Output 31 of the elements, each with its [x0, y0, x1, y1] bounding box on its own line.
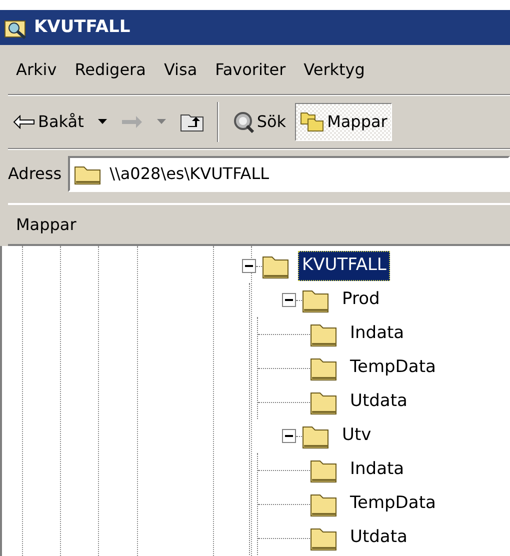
folder-label[interactable]: Utdata — [346, 387, 412, 417]
menu-item[interactable]: Verktyg — [296, 54, 373, 86]
address-field[interactable]: \\a028\es\KVUTFALL — [68, 156, 510, 192]
folder-up-icon — [180, 112, 204, 132]
caret-icon — [98, 118, 107, 124]
address-label: Adress — [8, 163, 62, 185]
search-button[interactable]: Sök — [226, 102, 292, 140]
panel-header: Mappar — [8, 203, 510, 246]
folder-label[interactable]: KVUTFALL — [298, 251, 390, 281]
search-icon — [232, 110, 254, 132]
left-arrow-icon — [13, 114, 35, 128]
folders-icon — [300, 112, 324, 132]
back-button[interactable]: Bakåt — [8, 102, 89, 140]
folder-label[interactable]: Utv — [338, 421, 376, 451]
menu-item[interactable]: Visa — [156, 54, 206, 86]
folder-label[interactable]: TempData — [346, 353, 440, 383]
right-arrow-icon — [120, 114, 143, 128]
folder-label[interactable]: Indata — [346, 455, 408, 485]
collapse-icon[interactable] — [282, 429, 296, 443]
menu-item[interactable]: Redigera — [66, 54, 154, 86]
folder-label[interactable]: Indata — [346, 319, 408, 349]
folder-label[interactable]: Prod — [338, 285, 384, 315]
caret-icon — [156, 118, 166, 124]
collapse-icon[interactable] — [282, 293, 296, 307]
folder-label[interactable]: Utdata — [346, 523, 412, 553]
window-title: KVUTFALL — [34, 16, 130, 39]
menu-item[interactable]: Favoriter — [207, 54, 294, 86]
menu-item[interactable]: Arkiv — [8, 54, 65, 86]
folders-button[interactable]: Mappar — [295, 102, 392, 140]
collapse-icon[interactable] — [242, 259, 256, 273]
folder-label[interactable]: TempData — [346, 489, 440, 519]
